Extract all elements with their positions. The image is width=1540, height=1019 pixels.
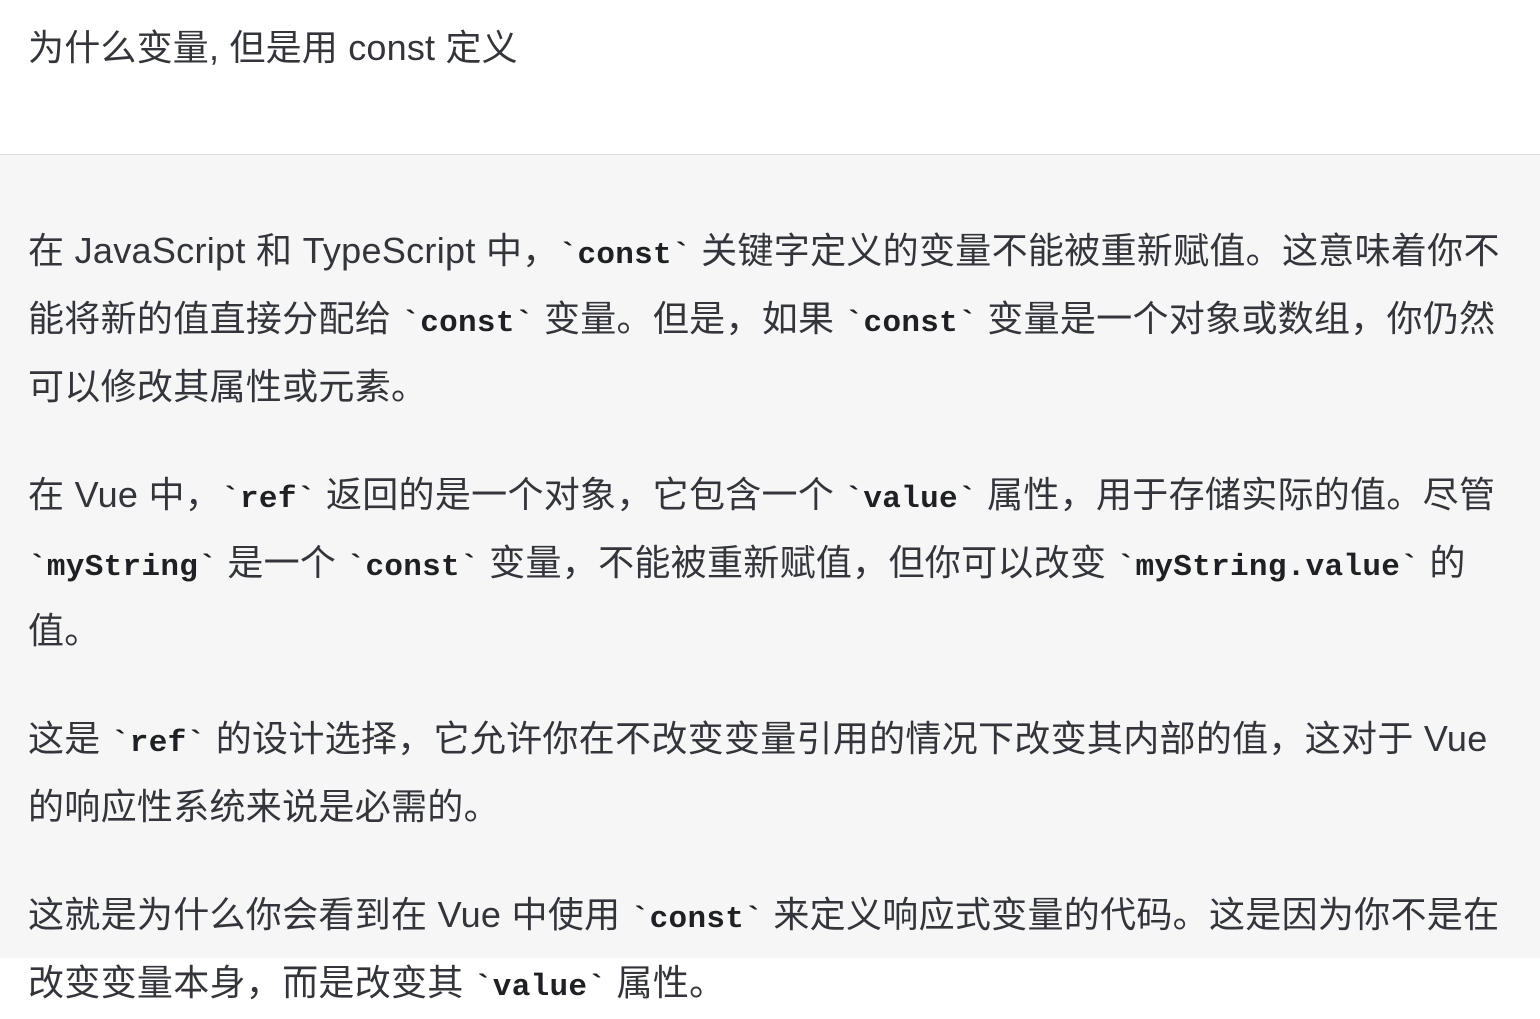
inline-code: `ref` (110, 726, 206, 761)
response-paragraph-3: 这是 `ref` 的设计选择，它允许你在不改变变量引用的情况下改变其内部的值，这… (28, 707, 1512, 838)
inline-code: `const` (844, 306, 977, 341)
paragraph-text: 这就是为什么你会看到在 Vue 中使用 (28, 894, 631, 935)
inline-code: `const` (558, 238, 691, 273)
inline-code: `const` (346, 550, 479, 585)
inline-code: `const` (401, 306, 534, 341)
paragraph-text: 属性。 (606, 962, 726, 1003)
paragraph-text: 变量，不能被重新赋值，但你可以改变 (478, 542, 1117, 583)
paragraph-text: 的设计选择，它允许你在不改变变量引用的情况下改变其内部的值，这对于 Vue 的响… (28, 718, 1488, 827)
inline-code: `const` (630, 902, 764, 937)
paragraph-text: 返回的是一个对象，它包含一个 (315, 474, 845, 515)
assistant-response-block: 在 JavaScript 和 TypeScript 中，`const` 关键字定… (0, 155, 1540, 1005)
inline-code: `value` (473, 970, 607, 1005)
paragraph-text: 属性，用于存储实际的值。尽管 (976, 474, 1496, 515)
paragraph-text: 是一个 (217, 542, 347, 583)
user-message-text[interactable]: 为什么变量, 但是用 const 定义 (28, 24, 1512, 72)
paragraph-text: 在 Vue 中， (28, 474, 222, 515)
inline-code: `ref` (221, 482, 316, 517)
response-paragraph-2: 在 Vue 中，`ref` 返回的是一个对象，它包含一个 `value` 属性，… (28, 463, 1512, 662)
inline-code: `myString` (28, 550, 218, 585)
paragraph-text: 在 JavaScript 和 TypeScript 中， (28, 230, 559, 271)
paragraph-text: 这是 (28, 718, 111, 759)
inline-code: `myString.value` (1116, 550, 1420, 585)
inline-code: `value` (844, 482, 977, 517)
response-paragraph-4: 这就是为什么你会看到在 Vue 中使用 `const` 来定义响应式变量的代码。… (28, 883, 1512, 1019)
response-paragraph-1: 在 JavaScript 和 TypeScript 中，`const` 关键字定… (28, 219, 1512, 418)
user-message-block: 为什么变量, 但是用 const 定义 (0, 0, 1540, 155)
paragraph-text: 变量。但是，如果 (533, 298, 845, 339)
